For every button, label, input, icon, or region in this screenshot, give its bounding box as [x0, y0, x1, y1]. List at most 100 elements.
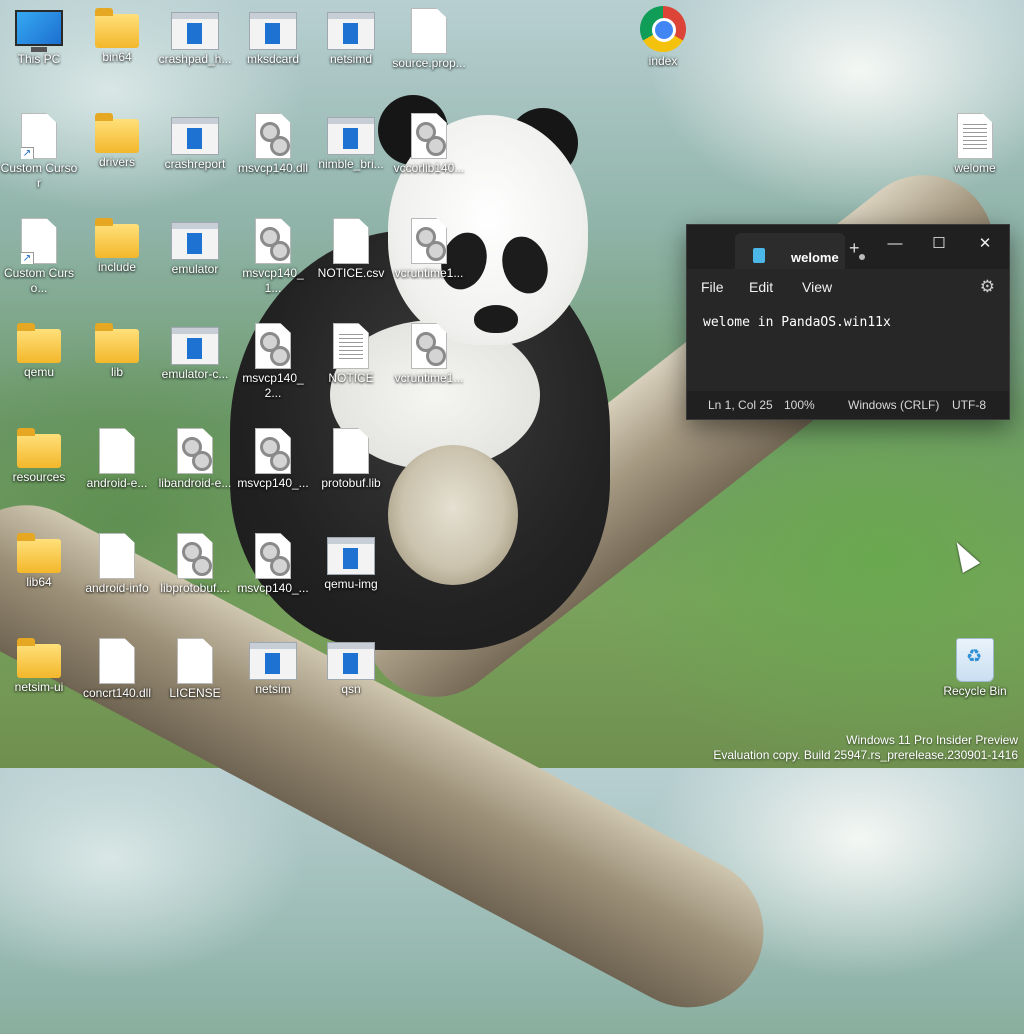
- mouse-cursor-icon: [947, 537, 981, 573]
- desktop-icon[interactable]: emulator-c...: [156, 315, 234, 382]
- desktop-icon[interactable]: netsim: [234, 630, 312, 697]
- desktop-icon-label: source.prop...: [392, 56, 466, 70]
- status-cursor-position: Ln 1, Col 25: [708, 398, 773, 412]
- desktop-icon[interactable]: drivers: [78, 105, 156, 170]
- desktop-icon[interactable]: msvcp140.dll: [234, 105, 312, 176]
- desktop-icon[interactable]: qsn: [312, 630, 390, 697]
- application-icon: [327, 117, 375, 155]
- notepad-tab[interactable]: welome: [735, 233, 865, 269]
- desktop-icon[interactable]: libprotobuf....: [156, 525, 234, 596]
- desktop-icon[interactable]: android-info: [78, 525, 156, 596]
- application-icon: [249, 642, 297, 680]
- notepad-text-area[interactable]: welome in PandaOS.win11x: [703, 315, 891, 330]
- file-icon: [99, 638, 135, 684]
- status-zoom[interactable]: 100%: [784, 398, 815, 412]
- file-icon: [99, 533, 135, 579]
- minimize-button[interactable]: —: [875, 231, 915, 257]
- gear-icon: [270, 241, 290, 261]
- desktop-icon-label: lib: [110, 365, 123, 379]
- maximize-button[interactable]: ☐: [919, 231, 959, 257]
- desktop-icon[interactable]: msvcp140_...: [234, 420, 312, 491]
- notepad-window[interactable]: welome + — ☐ ✕ File Edit View ⚙ welome i…: [686, 224, 1010, 420]
- desktop-icon-label: msvcp140_...: [237, 476, 309, 490]
- desktop-icon[interactable]: qemu: [0, 315, 78, 380]
- desktop-icon[interactable]: android-e...: [78, 420, 156, 491]
- desktop-icon[interactable]: index: [624, 0, 702, 69]
- gear-icon: [270, 451, 290, 471]
- application-icon: [327, 537, 375, 575]
- dll-file-icon: [177, 533, 213, 579]
- desktop-icon[interactable]: protobuf.lib: [312, 420, 390, 491]
- unsaved-dot-icon[interactable]: [859, 254, 865, 260]
- desktop-icon[interactable]: msvcp140_2...: [234, 315, 312, 401]
- desktop-icon[interactable]: lib64: [0, 525, 78, 590]
- desktop-icon[interactable]: lib: [78, 315, 156, 380]
- desktop-icon[interactable]: vcruntime1...: [390, 315, 468, 386]
- desktop-icon[interactable]: libandroid-e...: [156, 420, 234, 491]
- desktop-icon-label: resources: [12, 470, 66, 484]
- new-tab-button[interactable]: +: [849, 238, 860, 259]
- desktop-icon-label: include: [97, 260, 137, 274]
- desktop-icon[interactable]: vccorlib140...: [390, 105, 468, 176]
- desktop-icon[interactable]: bin64: [78, 0, 156, 65]
- file-icon: [411, 8, 447, 54]
- desktop-icon[interactable]: NOTICE.csv: [312, 210, 390, 281]
- file-icon: [333, 218, 369, 264]
- desktop-icon[interactable]: source.prop...: [390, 0, 468, 71]
- desktop-icon-label: NOTICE: [328, 371, 374, 385]
- desktop-icon-label: vcruntime1...: [394, 266, 464, 280]
- desktop-icon[interactable]: This PC: [0, 0, 78, 67]
- watermark-build: Evaluation copy. Build 25947.rs_prerelea…: [713, 748, 1018, 762]
- desktop-icon-label: nimble_bri...: [318, 157, 384, 171]
- desktop-icon[interactable]: Custom Curso...: [0, 210, 78, 296]
- desktop-icon-label: emulator: [171, 262, 219, 276]
- desktop-icon[interactable]: crashpad_h...: [156, 0, 234, 67]
- branch-stump: [388, 445, 518, 585]
- notepad-titlebar[interactable]: welome + — ☐ ✕: [687, 225, 1009, 269]
- desktop-icon-label: Custom Curso...: [3, 266, 74, 295]
- desktop-icon-label: vcruntime1...: [394, 371, 464, 385]
- status-line-ending[interactable]: Windows (CRLF): [848, 398, 939, 412]
- desktop-icon[interactable]: netsimd: [312, 0, 390, 67]
- settings-gear-icon[interactable]: ⚙: [980, 277, 995, 297]
- desktop-icon[interactable]: qemu-img: [312, 525, 390, 592]
- close-button[interactable]: ✕: [965, 231, 1005, 257]
- desktop-icon[interactable]: include: [78, 210, 156, 275]
- desktop-icon-label: LICENSE: [169, 686, 221, 700]
- desktop-icon[interactable]: vcruntime1...: [390, 210, 468, 281]
- desktop-icon[interactable]: NOTICE: [312, 315, 390, 386]
- desktop-icon[interactable]: Recycle Bin: [936, 630, 1014, 699]
- application-icon: [171, 222, 219, 260]
- gear-icon: [426, 136, 446, 156]
- menu-file[interactable]: File: [701, 279, 724, 295]
- status-encoding[interactable]: UTF-8: [952, 398, 986, 412]
- tab-title: welome: [791, 250, 839, 265]
- desktop-icon-label: crashreport: [164, 157, 226, 171]
- desktop-icon[interactable]: nimble_bri...: [312, 105, 390, 172]
- menu-edit[interactable]: Edit: [749, 279, 773, 295]
- desktop-icon[interactable]: msvcp140_...: [234, 525, 312, 596]
- text-file-icon: [333, 323, 369, 369]
- text-file-icon: [957, 113, 993, 159]
- desktop-icon-label: welome: [954, 161, 996, 175]
- desktop-icon[interactable]: emulator: [156, 210, 234, 277]
- gear-icon: [192, 556, 212, 576]
- desktop-icon[interactable]: LICENSE: [156, 630, 234, 701]
- dll-file-icon: [255, 323, 291, 369]
- desktop-icon[interactable]: Custom Cursor: [0, 105, 78, 191]
- desktop-icon[interactable]: netsim-ui: [0, 630, 78, 695]
- gear-icon: [270, 136, 290, 156]
- desktop-icon[interactable]: welome: [936, 105, 1014, 176]
- desktop-icon[interactable]: msvcp140_1...: [234, 210, 312, 296]
- desktop-icon[interactable]: mksdcard: [234, 0, 312, 67]
- menu-view[interactable]: View: [802, 279, 832, 295]
- dll-file-icon: [255, 428, 291, 474]
- dll-file-icon: [255, 113, 291, 159]
- application-icon: [327, 642, 375, 680]
- desktop-icon-label: bin64: [102, 50, 132, 64]
- desktop-icon[interactable]: resources: [0, 420, 78, 485]
- dll-file-icon: [255, 218, 291, 264]
- desktop-icon[interactable]: crashreport: [156, 105, 234, 172]
- dll-file-icon: [411, 323, 447, 369]
- desktop-icon[interactable]: concrt140.dll: [78, 630, 156, 701]
